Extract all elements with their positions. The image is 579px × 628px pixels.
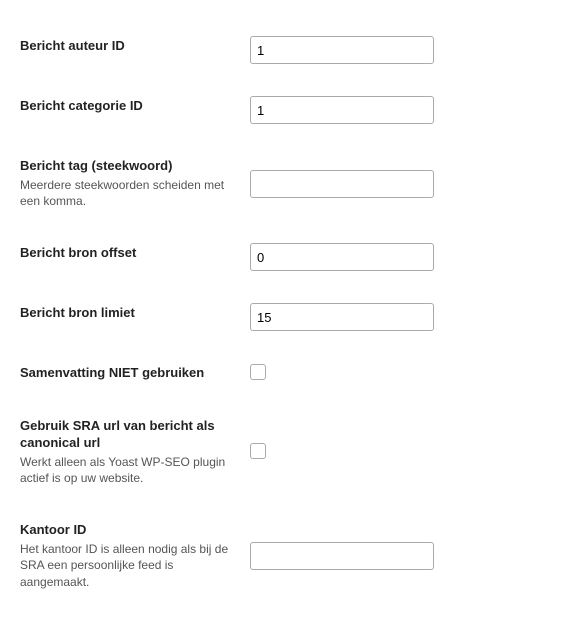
row-source-offset: Bericht bron offset bbox=[20, 227, 559, 287]
label-no-summary: Samenvatting NIET gebruiken bbox=[20, 347, 250, 400]
label-sra-canonical: Gebruik SRA url van bericht als canonica… bbox=[20, 400, 250, 504]
checkbox-no-summary[interactable] bbox=[250, 364, 266, 380]
label-source-offset: Bericht bron offset bbox=[20, 227, 250, 287]
checkbox-sra-canonical[interactable] bbox=[250, 443, 266, 459]
settings-form: Bericht auteur ID Bericht categorie ID B… bbox=[20, 20, 559, 608]
input-author-id[interactable] bbox=[250, 36, 434, 64]
input-office-id[interactable] bbox=[250, 542, 434, 570]
label-source-limit: Bericht bron limiet bbox=[20, 287, 250, 347]
row-source-limit: Bericht bron limiet bbox=[20, 287, 559, 347]
label-author-id: Bericht auteur ID bbox=[20, 20, 250, 80]
row-office-id: Kantoor ID Het kantoor ID is alleen nodi… bbox=[20, 504, 559, 607]
input-source-offset[interactable] bbox=[250, 243, 434, 271]
input-tag[interactable] bbox=[250, 170, 434, 198]
row-category-id: Bericht categorie ID bbox=[20, 80, 559, 140]
label-office-id: Kantoor ID Het kantoor ID is alleen nodi… bbox=[20, 504, 250, 607]
input-category-id[interactable] bbox=[250, 96, 434, 124]
label-tag: Bericht tag (steekwoord) Meerdere steekw… bbox=[20, 140, 250, 227]
row-sra-canonical: Gebruik SRA url van bericht als canonica… bbox=[20, 400, 559, 504]
row-author-id: Bericht auteur ID bbox=[20, 20, 559, 80]
label-category-id: Bericht categorie ID bbox=[20, 80, 250, 140]
row-no-summary: Samenvatting NIET gebruiken bbox=[20, 347, 559, 400]
description-sra-canonical: Werkt alleen als Yoast WP-SEO plugin act… bbox=[20, 454, 240, 486]
description-tag: Meerdere steekwoorden scheiden met een k… bbox=[20, 177, 240, 209]
row-tag: Bericht tag (steekwoord) Meerdere steekw… bbox=[20, 140, 559, 227]
input-source-limit[interactable] bbox=[250, 303, 434, 331]
description-office-id: Het kantoor ID is alleen nodig als bij d… bbox=[20, 541, 240, 590]
